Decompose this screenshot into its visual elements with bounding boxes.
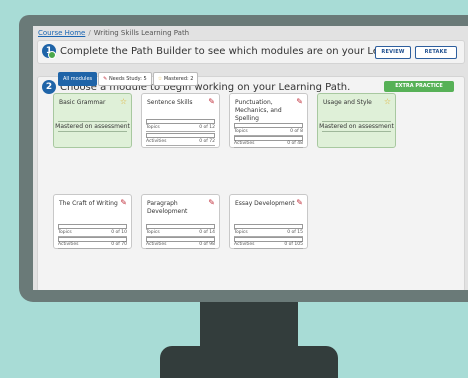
topics-row: Topics 0 of 8 [234,129,303,136]
completed-check-icon [48,51,56,59]
star-icon: ☆ [157,76,163,82]
path-builder-panel: 1 Complete the Path Builder to see which… [37,40,465,64]
divider [322,121,391,122]
topics-row: Topics 0 of 12 [146,125,215,132]
pencil-icon: ✎ [296,198,303,207]
topics-count: 0 of 14 [199,230,215,235]
divider [58,131,127,132]
module-card-basic-grammar[interactable]: Basic Grammar ☆ Mastered on assessment [53,93,132,148]
breadcrumb-current: Writing Skills Learning Path [93,29,190,37]
topics-label: Topics [58,230,72,235]
activities-label: Activities [234,242,255,247]
activities-count: 0 of 105 [284,242,303,247]
star-icon: ☆ [383,97,391,106]
topics-count: 0 of 8 [290,129,303,134]
retake-button[interactable]: RETAKE [415,46,457,59]
module-title: Basic Grammar [59,99,106,106]
topics-label: Topics [146,125,160,130]
filter-all-modules[interactable]: All modules [58,72,98,86]
module-title: Sentence Skills [147,99,193,106]
module-card-punctuation[interactable]: Punctuation, Mechanics, and Spelling ✎ T… [229,93,308,148]
activities-row: Activities 0 of 70 [58,242,127,249]
topics-count: 0 of 12 [199,125,215,130]
topics-row: Topics 0 of 15 [234,230,303,237]
breadcrumb-separator: / [88,29,91,37]
filter-needs-study-label: Needs Study: 5 [108,76,147,82]
monitor-stand-base [160,346,338,378]
topics-label: Topics [146,230,160,235]
filter-mastered-label: Mastered: 2 [163,76,194,82]
filter-mastered[interactable]: ☆ Mastered: 2 [152,72,199,86]
mastered-label: Mastered on assessment [55,123,130,130]
module-title: Essay Development [235,200,295,207]
pencil-icon: ✎ [120,198,127,207]
module-card-paragraph-development[interactable]: Paragraph Development ✎ Topics 0 of 14 Ac… [141,194,220,249]
activities-label: Activities [146,242,167,247]
divider [322,131,391,132]
review-button[interactable]: REVIEW [375,46,411,59]
monitor-stand-neck [200,302,298,352]
filter-needs-study[interactable]: ✎ Needs Study: 5 [98,72,152,86]
activities-count: 0 of 98 [199,242,215,247]
module-title: Usage and Style [323,99,372,106]
topics-row: Topics 0 of 14 [146,230,215,237]
module-card-craft-of-writing[interactable]: The Craft of Writing ✎ Topics 0 of 10 Act… [53,194,132,249]
pencil-icon: ✎ [208,198,215,207]
mastered-label: Mastered on assessment [319,123,394,130]
module-card-sentence-skills[interactable]: Sentence Skills ✎ Topics 0 of 12 Activiti… [141,93,220,148]
module-card-essay-development[interactable]: Essay Development ✎ Topics 0 of 15 Activi… [229,194,308,249]
module-filters: All modules ✎ Needs Study: 5 ☆ Mastered:… [58,72,199,86]
topics-count: 0 of 10 [111,230,127,235]
activities-row: Activities 0 of 72 [146,139,215,146]
activities-count: 0 of 70 [111,242,127,247]
module-title: Punctuation, Mechanics, and Spelling [235,99,282,122]
activities-label: Activities [146,139,167,144]
activities-label: Activities [234,141,255,146]
star-icon: ☆ [119,97,127,106]
module-card-usage-and-style[interactable]: Usage and Style ☆ Mastered on assessment [317,93,396,148]
topics-progress-bar [146,119,215,124]
activities-progress-bar [146,133,215,138]
topics-row: Topics 0 of 10 [58,230,127,237]
screen: Course Home / Writing Skills Learning Path… [33,26,468,290]
pencil-icon: ✎ [296,97,303,106]
activities-label: Activities [58,242,79,247]
topics-progress-bar [234,224,303,229]
extra-practice-button[interactable]: EXTRA PRACTICE [384,81,454,92]
topics-progress-bar [234,123,303,128]
breadcrumb-home-link[interactable]: Course Home [38,29,85,37]
topics-label: Topics [234,230,248,235]
topics-label: Topics [234,129,248,134]
step-2-badge: 2 [42,80,56,94]
breadcrumb: Course Home / Writing Skills Learning Path [38,29,189,37]
activities-row: Activities 0 of 48 [234,141,303,148]
activities-count: 0 of 48 [287,141,303,146]
activities-count: 0 of 72 [199,139,215,144]
module-title: Paragraph Development [147,200,188,215]
activities-row: Activities 0 of 98 [146,242,215,249]
topics-progress-bar [146,224,215,229]
topics-progress-bar [58,224,127,229]
module-title: The Craft of Writing [59,200,118,207]
pencil-icon: ✎ [208,97,215,106]
divider [58,121,127,122]
pencil-icon: ✎ [103,76,108,82]
activities-row: Activities 0 of 105 [234,242,303,249]
topics-count: 0 of 15 [287,230,303,235]
